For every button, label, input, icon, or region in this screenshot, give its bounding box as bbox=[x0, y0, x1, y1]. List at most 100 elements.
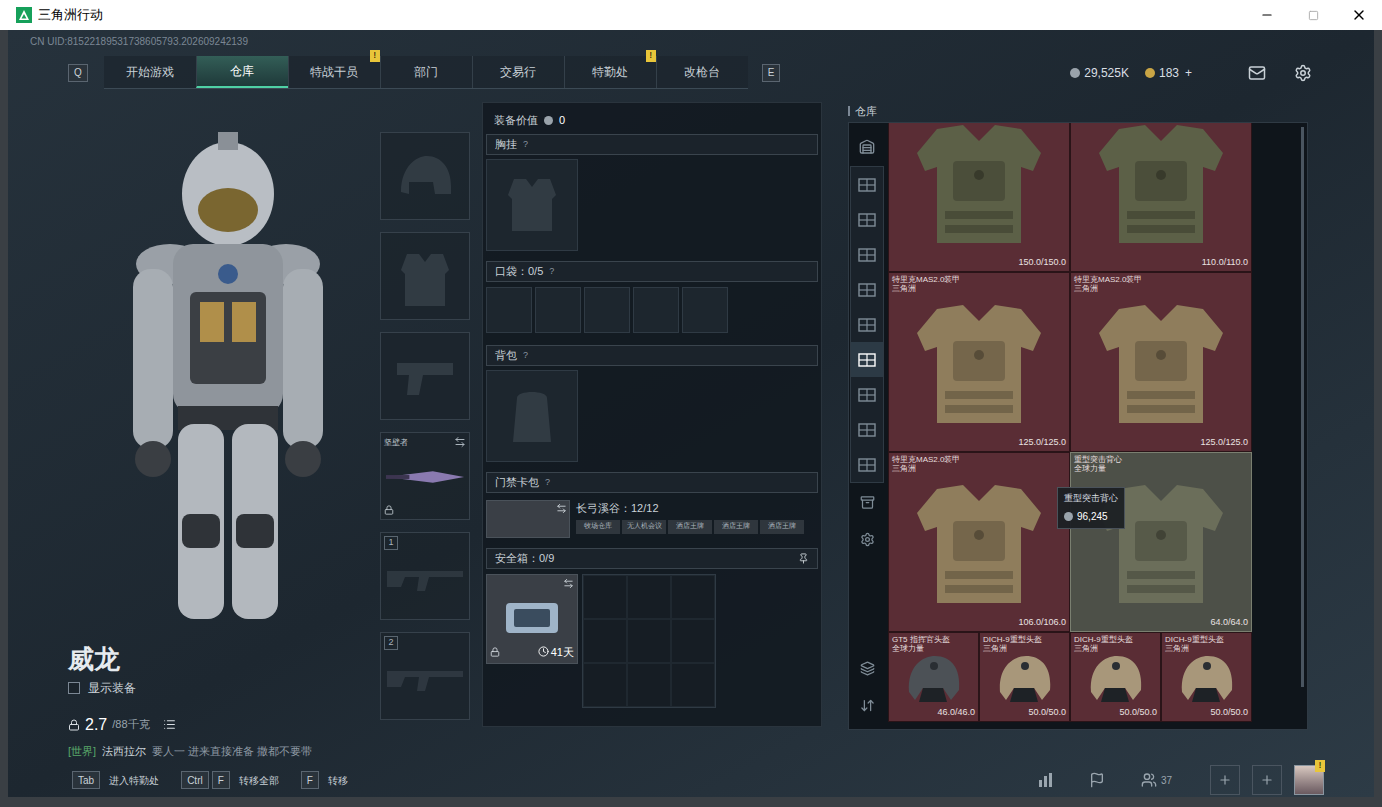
safe-box-cell[interactable] bbox=[627, 663, 671, 707]
nav-tab[interactable]: 交易行 bbox=[472, 56, 564, 88]
equipment-slots: 坚壁者 1 2 bbox=[380, 102, 470, 763]
warehouse-tab[interactable] bbox=[851, 129, 883, 164]
shelf-icon bbox=[858, 423, 876, 437]
list-icon[interactable] bbox=[163, 718, 176, 731]
melee-slot[interactable]: 坚壁者 bbox=[380, 432, 470, 520]
primary-slot[interactable]: 1 bbox=[380, 532, 470, 620]
friends-count[interactable]: 37 bbox=[1141, 772, 1172, 788]
stats-icon[interactable] bbox=[1037, 772, 1053, 788]
shelf-icon bbox=[858, 353, 876, 367]
loadout-panel: 装备价值0胸挂?口袋：0/5?背包?门禁卡包?长弓溪谷：12/12牧场仓库无人机… bbox=[482, 102, 822, 727]
warehouse-panel: 仓库150.0/150.0110.0/110.0特里克MAS2.0装甲三角洲12… bbox=[848, 102, 1308, 763]
warehouse-tab[interactable] bbox=[851, 412, 883, 447]
warehouse-tab[interactable] bbox=[851, 272, 883, 307]
nav-tab[interactable]: 开始游戏 bbox=[104, 56, 196, 88]
item-durability: 64.0/64.0 bbox=[1074, 616, 1248, 628]
armor-slot[interactable] bbox=[380, 232, 470, 320]
scrollbar[interactable] bbox=[1301, 123, 1307, 729]
warehouse-tab[interactable] bbox=[851, 202, 883, 237]
player-avatar[interactable]: ! bbox=[1294, 765, 1324, 795]
shelf-icon bbox=[858, 248, 876, 262]
maximize-button[interactable] bbox=[1290, 0, 1336, 30]
pin-icon[interactable] bbox=[798, 553, 809, 564]
hotkey-hint[interactable]: F转移 bbox=[301, 771, 348, 789]
flag-icon[interactable] bbox=[1089, 772, 1105, 788]
nav-tab[interactable]: 仓库 bbox=[196, 56, 288, 88]
close-button[interactable] bbox=[1336, 0, 1382, 30]
item-name: DICH-9重型头盔 bbox=[983, 636, 1066, 645]
character-model bbox=[78, 124, 378, 624]
warehouse-tab[interactable] bbox=[851, 377, 883, 412]
safe-box-cell[interactable] bbox=[671, 619, 715, 663]
pocket-slot[interactable] bbox=[633, 287, 679, 333]
safe-box-cell[interactable] bbox=[627, 575, 671, 619]
safe-box-grid[interactable] bbox=[582, 574, 716, 708]
minimize-button[interactable] bbox=[1244, 0, 1290, 30]
warehouse-tab[interactable] bbox=[851, 447, 883, 482]
checkbox[interactable] bbox=[68, 682, 80, 694]
nav-tab[interactable]: 特战干员! bbox=[288, 56, 380, 88]
swap-icon[interactable] bbox=[454, 436, 466, 448]
nav-tab[interactable]: 部门 bbox=[380, 56, 472, 88]
item-durability: 125.0/125.0 bbox=[1074, 436, 1248, 448]
help-button[interactable]: ? bbox=[523, 349, 528, 363]
warehouse-item[interactable]: 特里克MAS2.0装甲三角洲106.0/106.0 bbox=[888, 452, 1070, 632]
nav-tab[interactable]: 改枪台 bbox=[656, 56, 748, 88]
warehouse-tab[interactable] bbox=[851, 237, 883, 272]
invite-button[interactable] bbox=[1252, 765, 1282, 795]
archive-icon bbox=[860, 495, 875, 510]
safe-box-cell[interactable] bbox=[627, 619, 671, 663]
help-button[interactable]: ? bbox=[523, 138, 528, 152]
coin-icon bbox=[1070, 68, 1080, 78]
pocket-slot[interactable] bbox=[584, 287, 630, 333]
invite-button[interactable] bbox=[1210, 765, 1240, 795]
warehouse-item[interactable]: 重型突击背心全球力量64.0/64.0重型突击背心96,245 bbox=[1070, 452, 1252, 632]
warehouse-item[interactable]: DICH-9重型头盔三角洲50.0/50.0 bbox=[979, 632, 1070, 722]
safe-box-cell[interactable] bbox=[583, 619, 627, 663]
swap-icon[interactable] bbox=[556, 503, 567, 514]
warehouse-item[interactable]: 150.0/150.0 bbox=[888, 123, 1070, 272]
help-button[interactable]: ? bbox=[549, 265, 554, 279]
swap-icon[interactable] bbox=[563, 578, 574, 589]
mail-icon[interactable] bbox=[1248, 64, 1266, 82]
show-equipment-toggle[interactable]: 显示装备 bbox=[68, 679, 380, 697]
pistol-slot[interactable] bbox=[380, 332, 470, 420]
warehouse-tab[interactable] bbox=[851, 307, 883, 342]
warehouse-tab[interactable] bbox=[851, 688, 883, 723]
pocket-slot[interactable] bbox=[535, 287, 581, 333]
helmet-slot[interactable] bbox=[380, 132, 470, 220]
help-button[interactable]: ? bbox=[545, 476, 550, 490]
warehouse-item[interactable]: GT5 指挥官头盔全球力量46.0/46.0 bbox=[888, 632, 979, 722]
warehouse-tab[interactable] bbox=[851, 651, 883, 686]
safe-box-cell[interactable] bbox=[583, 663, 627, 707]
warehouse-tab[interactable] bbox=[851, 522, 883, 557]
pocket-slot[interactable] bbox=[682, 287, 728, 333]
hotkey-hint[interactable]: CtrlF转移全部 bbox=[181, 771, 279, 789]
slot-number: 2 bbox=[384, 636, 398, 650]
safe-box-cell[interactable] bbox=[671, 663, 715, 707]
safe-box[interactable]: 41天 bbox=[486, 574, 578, 664]
gear-icon[interactable] bbox=[1294, 64, 1312, 82]
hotkey-hint[interactable]: Tab进入特勤处 bbox=[72, 771, 159, 789]
helmet-image bbox=[1085, 654, 1147, 706]
keycard-tag: 牧场仓库 bbox=[576, 520, 620, 534]
warehouse-item[interactable]: 特里克MAS2.0装甲三角洲125.0/125.0 bbox=[888, 272, 1070, 452]
item-name: DICH-9重型头盔 bbox=[1074, 636, 1157, 645]
warehouse-item[interactable]: 特里克MAS2.0装甲三角洲125.0/125.0 bbox=[1070, 272, 1252, 452]
warehouse-tab[interactable] bbox=[851, 167, 883, 202]
warehouse-item[interactable]: 110.0/110.0 bbox=[1070, 123, 1252, 272]
warehouse-tab[interactable] bbox=[851, 485, 883, 520]
warehouse-tab[interactable] bbox=[851, 342, 883, 377]
ticket-balance: 183+ bbox=[1145, 64, 1192, 82]
keycard-case[interactable] bbox=[486, 500, 570, 538]
chest-rig-slot[interactable] bbox=[486, 159, 578, 251]
add-ticket-button[interactable]: + bbox=[1185, 64, 1192, 82]
safe-box-cell[interactable] bbox=[583, 575, 627, 619]
nav-tab[interactable]: 特勤处! bbox=[564, 56, 656, 88]
pocket-slot[interactable] bbox=[486, 287, 532, 333]
warehouse-item[interactable]: DICH-9重型头盔三角洲50.0/50.0 bbox=[1161, 632, 1252, 722]
primary-slot[interactable]: 2 bbox=[380, 632, 470, 720]
safe-box-cell[interactable] bbox=[671, 575, 715, 619]
warehouse-item[interactable]: DICH-9重型头盔三角洲50.0/50.0 bbox=[1070, 632, 1161, 722]
backpack-slot[interactable] bbox=[486, 370, 578, 462]
